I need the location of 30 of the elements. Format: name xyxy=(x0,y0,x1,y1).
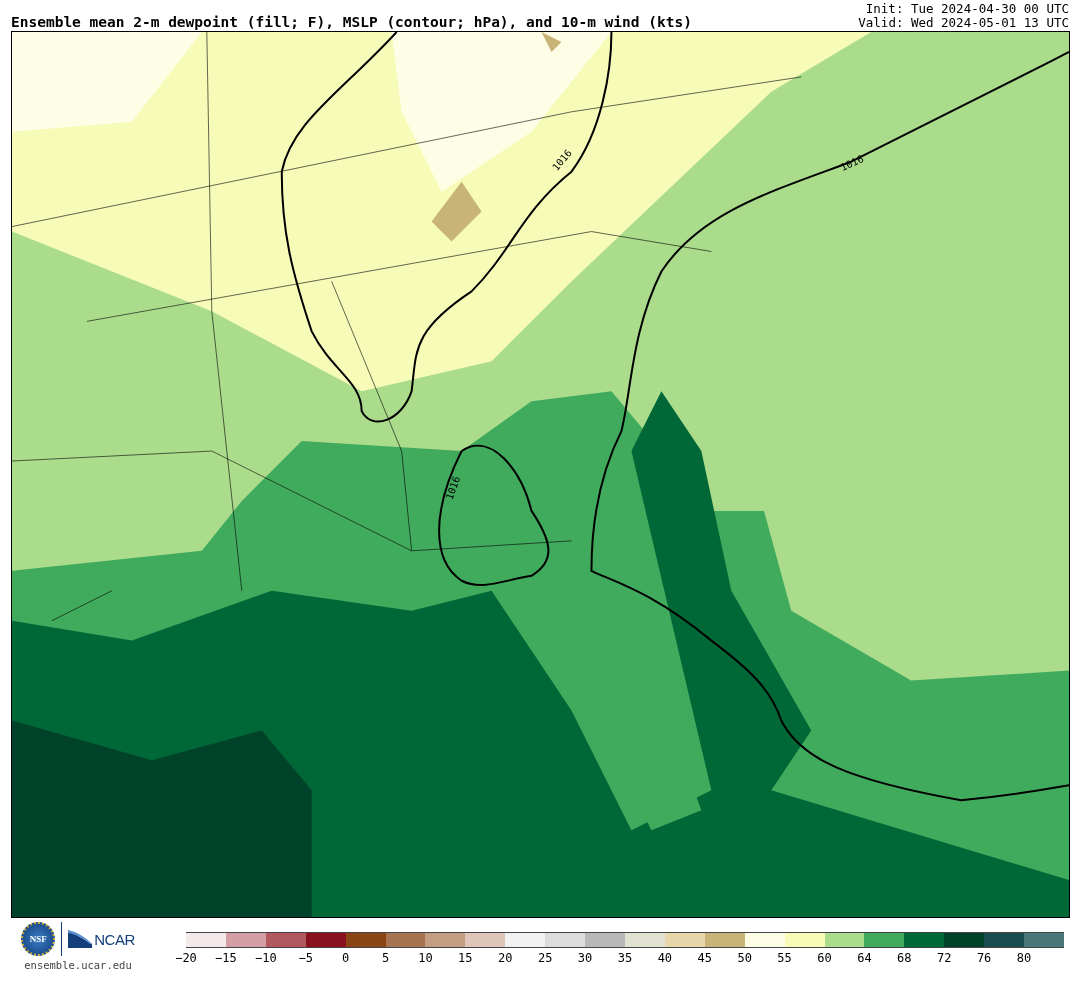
ncar-mark-icon xyxy=(68,930,93,948)
site-url: ensemble.ucar.edu xyxy=(24,959,132,971)
colorbar-tick-label: 45 xyxy=(697,951,712,965)
colorbar-tick-label: 80 xyxy=(1016,951,1032,965)
colorbar-tick-label: 76 xyxy=(976,951,992,965)
colorbar-tick-label: 10 xyxy=(418,951,433,965)
colorbar-tick-label: 15 xyxy=(458,951,473,965)
valid-time: Valid: Wed 2024-05-01 13 UTC xyxy=(858,16,1069,30)
colorbar-tick-label: 20 xyxy=(498,951,513,965)
colorbar-tick-label: −10 xyxy=(254,951,277,965)
colorbar-tick-label: −15 xyxy=(215,951,237,965)
colorbar-tick-label: 0 xyxy=(342,951,350,965)
colorbar-tick-label: 68 xyxy=(897,951,912,965)
colorbar-tick-label: 50 xyxy=(737,951,752,965)
colorbar-tick-label: −20 xyxy=(175,951,197,965)
colorbar-tick-label: 55 xyxy=(777,951,792,965)
init-time: Init: Tue 2024-04-30 00 UTC xyxy=(865,2,1069,16)
colorbar-tick-label: 64 xyxy=(857,951,872,965)
colorbar-tick-label: 25 xyxy=(537,951,553,965)
colorbar-tick-label: 40 xyxy=(657,951,673,965)
colorbar-tick-label: −5 xyxy=(298,951,313,965)
colorbar-tick-label: 60 xyxy=(817,951,832,965)
chart-title: Ensemble mean 2-m dewpoint (fill; F), MSLP (contour; hPa), and 10-m wind (kts) xyxy=(11,14,692,30)
colorbar-tick-label: 30 xyxy=(577,951,593,965)
contour-label: 1016 xyxy=(443,474,463,501)
ncar-logo-text: NCAR xyxy=(94,930,135,948)
colorbar-tick-label: 35 xyxy=(617,951,633,965)
colorbar-tick-label: 72 xyxy=(937,951,952,965)
colorbar-tick-label: 5 xyxy=(381,951,390,965)
nsf-logo: NSF xyxy=(21,922,56,956)
